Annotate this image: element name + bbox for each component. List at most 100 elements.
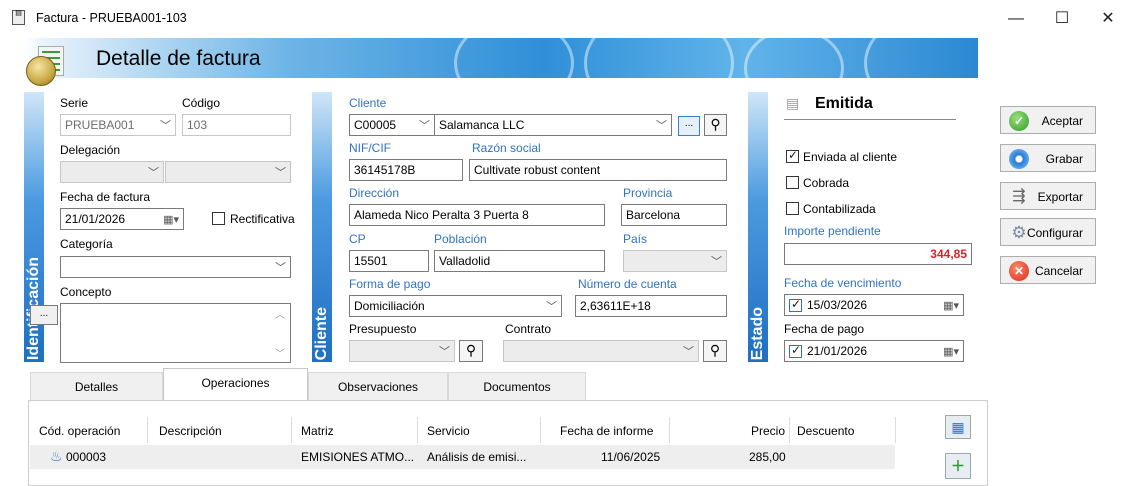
cancelar-button[interactable]: ✕ Cancelar bbox=[1000, 256, 1096, 284]
column-header[interactable]: Precio bbox=[751, 424, 785, 438]
grabar-button[interactable]: Grabar bbox=[1000, 144, 1096, 172]
status-divider bbox=[784, 119, 956, 120]
cliente-search-button[interactable]: ⚲ bbox=[704, 114, 727, 136]
cell-precio: 285,00 bbox=[749, 450, 786, 464]
numero-cuenta-label: Número de cuenta bbox=[578, 277, 677, 291]
fecha-pago-field[interactable]: 21/01/2026▦▾ bbox=[784, 340, 964, 362]
cliente-ellipsis-button[interactable]: ... bbox=[678, 116, 700, 136]
header-banner: Detalle de factura bbox=[24, 38, 978, 78]
presupuesto-search-button[interactable]: ⚲ bbox=[459, 340, 483, 362]
maximize-button[interactable]: ☐ bbox=[1047, 6, 1077, 32]
minimize-button[interactable]: — bbox=[1001, 6, 1031, 32]
categoria-select[interactable]: ﹀ bbox=[60, 256, 291, 278]
chevron-down-icon: ﹀ bbox=[439, 346, 450, 358]
add-row-button[interactable]: ＋ bbox=[945, 453, 971, 479]
poblacion-field[interactable]: Valladolid bbox=[434, 250, 605, 272]
importe-pendiente-label: Importe pendiente bbox=[784, 224, 881, 238]
cp-label: CP bbox=[349, 232, 366, 246]
contrato-search-button[interactable]: ⚲ bbox=[703, 340, 727, 362]
tab-documentos[interactable]: Documentos bbox=[448, 372, 586, 400]
calendar-icon[interactable]: ▦▾ bbox=[943, 299, 959, 312]
cell-matriz: EMISIONES ATMO... bbox=[301, 450, 415, 464]
cell-servicio: Análisis de emisi... bbox=[427, 450, 527, 464]
cliente-section-bar: Cliente bbox=[312, 92, 332, 362]
forma-pago-label: Forma de pago bbox=[349, 277, 431, 291]
column-header[interactable]: Descuento bbox=[797, 424, 854, 438]
cliente-name-select[interactable]: Salamanca LLC ﹀ bbox=[434, 114, 672, 136]
cell-fecha: 11/06/2025 bbox=[601, 450, 661, 464]
codigo-field[interactable]: 103 bbox=[182, 114, 291, 136]
delegacion-name-select[interactable]: ﹀ bbox=[165, 161, 291, 183]
cell-codigo: 000003 bbox=[66, 450, 107, 464]
exportar-button[interactable]: ⇶ Exportar bbox=[1000, 182, 1096, 210]
presupuesto-select[interactable]: ﹀ bbox=[349, 340, 455, 362]
concepto-label: Concepto bbox=[60, 285, 112, 299]
window-title: Factura - PRUEBA001-103 bbox=[36, 11, 187, 25]
save-disc-icon bbox=[1009, 149, 1029, 169]
numero-cuenta-field[interactable]: 2,63611E+18 bbox=[575, 295, 727, 317]
concepto-ellipsis-button[interactable]: ... bbox=[30, 305, 58, 325]
scroll-down-icon[interactable]: ﹀ bbox=[275, 345, 285, 360]
vencimiento-checkbox[interactable] bbox=[789, 297, 802, 312]
aceptar-button[interactable]: ✓ Aceptar bbox=[1000, 106, 1096, 134]
pais-select[interactable]: ﹀ bbox=[623, 250, 727, 272]
razon-social-label: Razón social bbox=[472, 141, 541, 155]
export-icon: ⇶ bbox=[1012, 188, 1026, 205]
cp-field[interactable]: 15501 bbox=[349, 250, 429, 272]
cobrada-label: Cobrada bbox=[803, 176, 850, 190]
forma-pago-select[interactable]: Domiciliación ﹀ bbox=[349, 295, 562, 317]
chevron-down-icon: ﹀ bbox=[419, 120, 430, 132]
cliente-code-select[interactable]: C00005 ﹀ bbox=[349, 114, 435, 136]
nif-label: NIF/CIF bbox=[349, 141, 391, 155]
operaciones-grid: Cód. operación Descripción Matriz Servic… bbox=[28, 400, 988, 486]
coin-icon bbox=[26, 56, 56, 86]
direccion-field[interactable]: Alameda Nico Peralta 3 Puerta 8 bbox=[349, 204, 605, 226]
close-button[interactable]: ✕ bbox=[1093, 6, 1123, 32]
serie-select[interactable]: PRUEBA001 ﹀ bbox=[60, 114, 176, 136]
serie-label: Serie bbox=[60, 96, 89, 110]
fecha-vencimiento-label: Fecha de vencimiento bbox=[784, 276, 902, 290]
scroll-up-icon[interactable]: ︿ bbox=[275, 306, 285, 321]
chevron-down-icon: ﹀ bbox=[711, 256, 722, 268]
pais-label: País bbox=[623, 232, 648, 246]
add-document-icon: ＋ bbox=[951, 458, 965, 474]
importe-pendiente-field[interactable]: 344,85 bbox=[784, 243, 972, 265]
fecha-factura-field[interactable]: 21/01/2026 ▦▾ bbox=[60, 208, 184, 230]
concepto-textarea[interactable]: ︿ ﹀ bbox=[60, 303, 291, 363]
chevron-down-icon: ﹀ bbox=[546, 301, 557, 313]
contabilizada-checkbox[interactable] bbox=[786, 202, 799, 215]
grid-layout-button[interactable]: ▦ bbox=[945, 415, 971, 439]
provincia-field[interactable]: Barcelona bbox=[621, 204, 727, 226]
column-header[interactable]: Cód. operación bbox=[39, 424, 120, 438]
delegacion-code-select[interactable]: ﹀ bbox=[60, 161, 164, 183]
chevron-down-icon: ﹀ bbox=[275, 167, 286, 179]
table-row[interactable]: ♨ 000003 EMISIONES ATMO... Análisis de e… bbox=[30, 445, 895, 469]
pago-checkbox[interactable] bbox=[789, 343, 802, 358]
razon-social-field[interactable]: Cultivate robust content bbox=[469, 159, 727, 181]
column-header[interactable]: Servicio bbox=[427, 424, 470, 438]
section-label-estado: Estado bbox=[749, 306, 766, 360]
tab-observaciones[interactable]: Observaciones bbox=[308, 372, 448, 400]
cobrada-checkbox[interactable] bbox=[786, 176, 799, 189]
fecha-vencimiento-field[interactable]: 15/03/2026▦▾ bbox=[784, 294, 964, 316]
contabilizada-label: Contabilizada bbox=[803, 202, 876, 216]
calendar-icon[interactable]: ▦▾ bbox=[943, 345, 959, 358]
calendar-icon[interactable]: ▦▾ bbox=[163, 213, 179, 226]
column-header[interactable]: Matriz bbox=[301, 424, 334, 438]
tab-operaciones[interactable]: Operaciones bbox=[163, 368, 308, 400]
nif-field[interactable]: 36145178B bbox=[349, 159, 463, 181]
contrato-select[interactable]: ﹀ bbox=[503, 340, 699, 362]
provincia-label: Provincia bbox=[623, 186, 673, 200]
chevron-down-icon: ﹀ bbox=[275, 262, 286, 274]
column-header[interactable]: Fecha de informe bbox=[560, 424, 653, 438]
column-header[interactable]: Descripción bbox=[159, 424, 222, 438]
checkmark-icon: ✓ bbox=[1009, 111, 1029, 131]
configurar-button[interactable]: ⚙ Configurar bbox=[1000, 218, 1096, 246]
magnifier-icon: ⚲ bbox=[709, 342, 721, 358]
enviada-label: Enviada al cliente bbox=[803, 150, 898, 164]
fecha-pago-label: Fecha de pago bbox=[784, 322, 865, 336]
enviada-checkbox[interactable] bbox=[786, 148, 799, 163]
status-title: Emitida bbox=[815, 95, 873, 112]
tab-detalles[interactable]: Detalles bbox=[30, 372, 163, 400]
rectificativa-checkbox[interactable] bbox=[212, 212, 225, 225]
